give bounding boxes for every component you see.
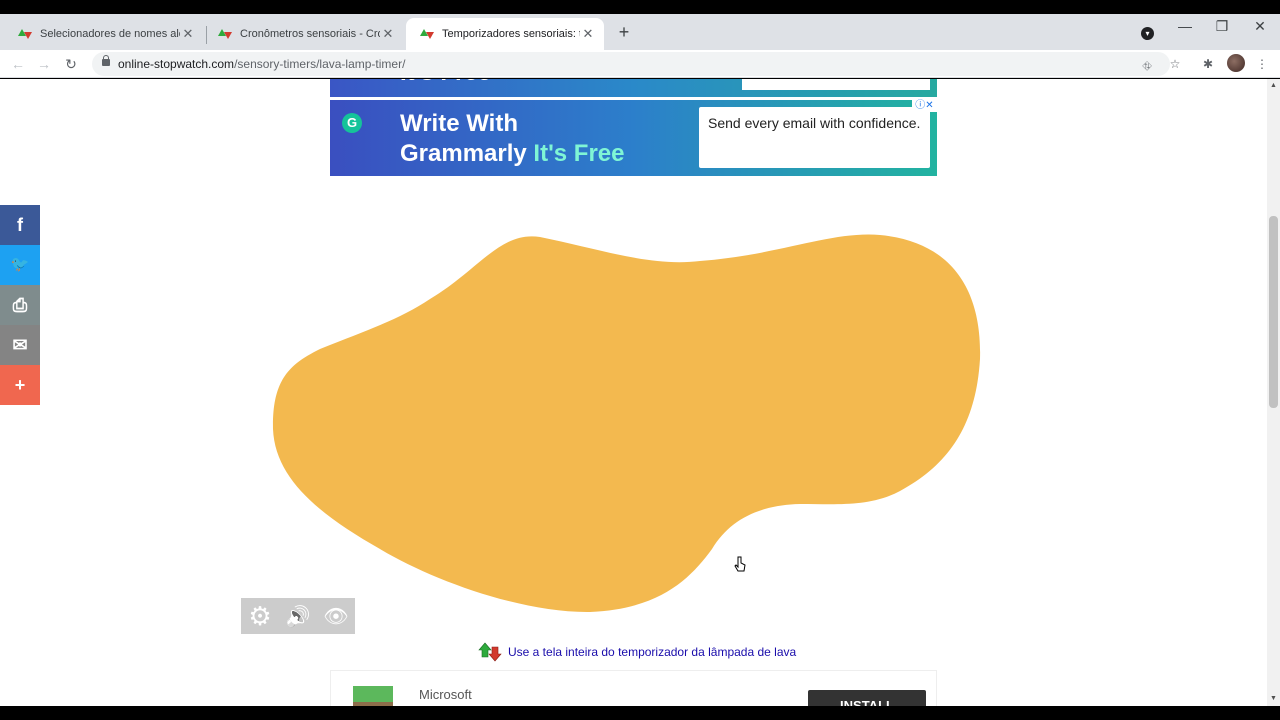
bookmark-star-icon[interactable]: ☆ xyxy=(1166,55,1184,73)
tab-title: Cronômetros sensoriais - Cronô xyxy=(240,28,380,40)
site-favicon-icon xyxy=(420,27,434,41)
view-button[interactable]: 👁 xyxy=(317,598,355,634)
settings-button[interactable]: ⚙ xyxy=(241,598,279,634)
minecraft-block-icon xyxy=(353,686,393,706)
tab-strip: Selecionadores de nomes aleató ✕ Cronôme… xyxy=(0,14,1280,50)
tab-close-icon[interactable]: ✕ xyxy=(580,26,596,42)
fullscreen-link-row: Use a tela inteira do temporizador da lâ… xyxy=(478,642,796,662)
speaker-icon: 🔊 xyxy=(285,605,311,628)
tab-sensory-timers[interactable]: Temporizadores sensoriais: temp ✕ xyxy=(406,18,604,50)
address-bar[interactable]: online-stopwatch.com/sensory-timers/lava… xyxy=(92,52,1170,76)
translate-icon[interactable]: ⛗ xyxy=(1138,57,1156,75)
scroll-down-icon[interactable]: ▼ xyxy=(1270,695,1277,702)
tab-title: Selecionadores de nomes aleató xyxy=(40,28,180,40)
site-favicon-icon xyxy=(18,27,32,41)
fullscreen-timer-link[interactable]: Use a tela inteira do temporizador da lâ… xyxy=(508,645,796,659)
window-close-button[interactable]: ✕ xyxy=(1248,18,1272,35)
page-scrollbar[interactable]: ▲ ▼ xyxy=(1267,79,1280,706)
scrollbar-thumb[interactable] xyxy=(1269,216,1278,408)
tab-search-button[interactable]: ▾ xyxy=(1141,27,1154,40)
new-tab-button[interactable]: + xyxy=(614,20,634,44)
eye-icon: 👁 xyxy=(323,605,349,628)
tab-title: Temporizadores sensoriais: temp xyxy=(442,28,580,40)
url-text: online-stopwatch.com/sensory-timers/lava… xyxy=(118,57,406,71)
up-down-arrows-icon xyxy=(478,642,502,662)
sound-button[interactable]: 🔊 xyxy=(279,598,317,634)
window-top-edge xyxy=(0,0,1280,14)
reload-button[interactable]: ↻ xyxy=(61,54,81,74)
forward-button[interactable]: → xyxy=(34,54,54,74)
ad-brand: Microsoft xyxy=(419,687,472,702)
back-button[interactable]: ← xyxy=(8,54,28,74)
window-bottom-edge xyxy=(0,706,1280,720)
cursor-hand-icon xyxy=(734,556,746,572)
profile-avatar[interactable] xyxy=(1227,54,1245,72)
minimize-button[interactable]: — xyxy=(1173,18,1197,34)
extensions-puzzle-icon[interactable]: ✱ xyxy=(1199,55,1217,73)
install-button[interactable]: INSTALL xyxy=(808,690,926,706)
site-favicon-icon xyxy=(218,27,232,41)
browser-toolbar: ← → ↻ online-stopwatch.com/sensory-timer… xyxy=(0,50,1280,78)
gear-icon: ⚙ xyxy=(248,600,272,631)
tab-close-icon[interactable]: ✕ xyxy=(180,26,196,42)
restore-button[interactable]: ❐ xyxy=(1210,18,1234,35)
microsoft-ad-banner[interactable]: Microsoft INSTALL xyxy=(330,670,937,706)
lava-lamp-blob xyxy=(272,234,981,613)
scroll-up-icon[interactable]: ▲ xyxy=(1270,82,1277,89)
tab-close-icon[interactable]: ✕ xyxy=(380,26,396,42)
chrome-menu-icon[interactable]: ⋮ xyxy=(1253,55,1271,73)
lock-icon xyxy=(102,55,110,66)
page-viewport: It's Free G Write With Grammarly It's Fr… xyxy=(0,79,1267,706)
tab-name-pickers[interactable]: Selecionadores de nomes aleató ✕ xyxy=(4,18,204,50)
tab-sensory-stopwatches[interactable]: Cronômetros sensoriais - Cronô ✕ xyxy=(204,18,404,50)
